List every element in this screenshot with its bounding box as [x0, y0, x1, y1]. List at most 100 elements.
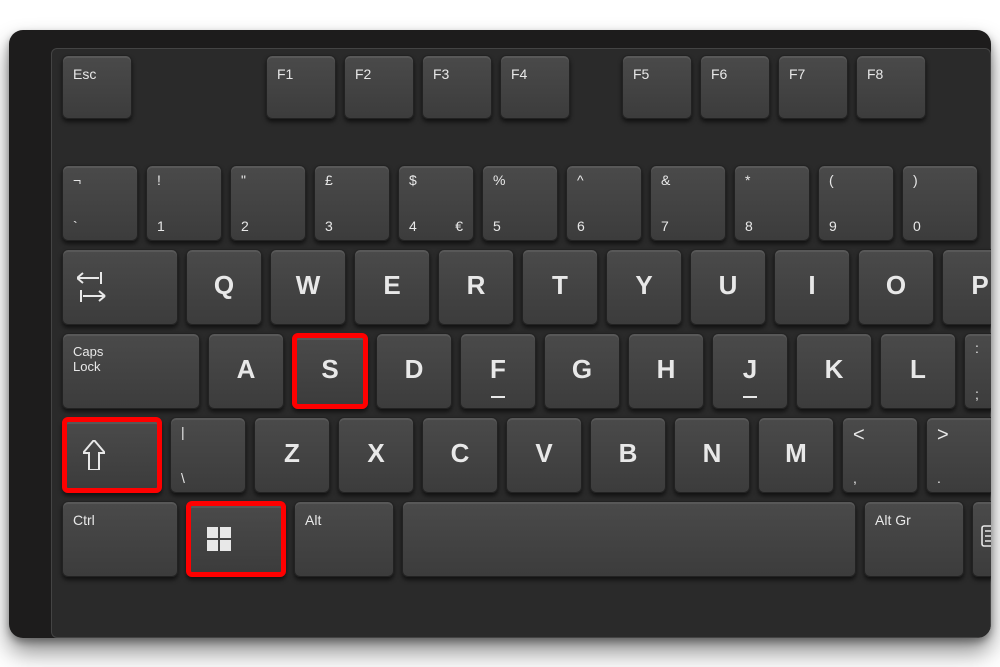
- key-menu[interactable]: [972, 501, 991, 577]
- key-backtick-top: ¬: [73, 172, 81, 188]
- key-l[interactable]: L: [880, 333, 956, 409]
- key-m[interactable]: M: [758, 417, 834, 493]
- key-3-top: £: [325, 172, 333, 188]
- key-9-bottom: 9: [829, 218, 837, 234]
- key-9[interactable]: (9: [818, 165, 894, 241]
- shift-arrow-icon: [83, 440, 105, 470]
- key-i[interactable]: I: [774, 249, 850, 325]
- key-f4[interactable]: F4: [500, 55, 570, 119]
- key-f7[interactable]: F7: [778, 55, 848, 119]
- key-b[interactable]: B: [590, 417, 666, 493]
- key-f7-label: F7: [789, 66, 805, 82]
- key-alt-left[interactable]: Alt: [294, 501, 394, 577]
- key-f2[interactable]: F2: [344, 55, 414, 119]
- key-2[interactable]: "2: [230, 165, 306, 241]
- key-f-bump: [491, 396, 505, 398]
- key-f1[interactable]: F1: [266, 55, 336, 119]
- key-4[interactable]: $4€: [398, 165, 474, 241]
- key-backslash-top: |: [181, 424, 185, 440]
- key-v-label: V: [535, 437, 552, 468]
- key-y[interactable]: Y: [606, 249, 682, 325]
- key-3-bottom: 3: [325, 218, 333, 234]
- key-w[interactable]: W: [270, 249, 346, 325]
- key-ctrl-left[interactable]: Ctrl: [62, 501, 178, 577]
- key-f4-label: F4: [511, 66, 527, 82]
- key-semicolon-top: :: [975, 340, 979, 356]
- key-z[interactable]: Z: [254, 417, 330, 493]
- key-u[interactable]: U: [690, 249, 766, 325]
- key-o-label: O: [886, 269, 906, 300]
- key-n[interactable]: N: [674, 417, 750, 493]
- key-i-label: I: [808, 269, 815, 300]
- key-t-label: T: [552, 269, 568, 300]
- key-f-label: F: [490, 353, 506, 384]
- key-period-bottom: .: [937, 470, 941, 486]
- keyboard-diagram: Esc F1 F2 F3 F4 F5 F6 F7 F8 ¬ ` !1 "2 £3…: [9, 30, 991, 638]
- key-s[interactable]: S: [292, 333, 368, 409]
- key-backtick[interactable]: ¬ `: [62, 165, 138, 241]
- key-0[interactable]: )0: [902, 165, 978, 241]
- key-6-bottom: 6: [577, 218, 585, 234]
- key-backslash[interactable]: |\: [170, 417, 246, 493]
- key-comma-bottom: ,: [853, 470, 857, 486]
- key-k[interactable]: K: [796, 333, 872, 409]
- key-d[interactable]: D: [376, 333, 452, 409]
- key-f5[interactable]: F5: [622, 55, 692, 119]
- key-semicolon[interactable]: :;: [964, 333, 991, 409]
- key-3[interactable]: £3: [314, 165, 390, 241]
- windows-icon: [207, 527, 231, 551]
- key-space[interactable]: [402, 501, 856, 577]
- key-l-label: L: [910, 353, 926, 384]
- key-s-label: S: [321, 353, 338, 384]
- key-4-euro: €: [455, 218, 463, 234]
- key-tab[interactable]: [62, 249, 178, 325]
- key-e[interactable]: E: [354, 249, 430, 325]
- key-8-top: *: [745, 172, 750, 188]
- key-comma[interactable]: <,: [842, 417, 918, 493]
- key-1-top: !: [157, 172, 161, 188]
- key-f[interactable]: F: [460, 333, 536, 409]
- key-t[interactable]: T: [522, 249, 598, 325]
- key-windows[interactable]: [186, 501, 286, 577]
- key-p[interactable]: P: [942, 249, 991, 325]
- key-1[interactable]: !1: [146, 165, 222, 241]
- key-g[interactable]: G: [544, 333, 620, 409]
- key-esc[interactable]: Esc: [62, 55, 132, 119]
- key-q[interactable]: Q: [186, 249, 262, 325]
- key-a[interactable]: A: [208, 333, 284, 409]
- key-8[interactable]: *8: [734, 165, 810, 241]
- key-r[interactable]: R: [438, 249, 514, 325]
- tab-icon: [77, 270, 107, 304]
- key-f6[interactable]: F6: [700, 55, 770, 119]
- key-b-label: B: [619, 437, 638, 468]
- key-c[interactable]: C: [422, 417, 498, 493]
- key-9-top: (: [829, 172, 834, 188]
- key-v[interactable]: V: [506, 417, 582, 493]
- key-6[interactable]: ^6: [566, 165, 642, 241]
- key-h-label: H: [657, 353, 676, 384]
- key-capslock[interactable]: Caps Lock: [62, 333, 200, 409]
- key-o[interactable]: O: [858, 249, 934, 325]
- key-h[interactable]: H: [628, 333, 704, 409]
- key-f5-label: F5: [633, 66, 649, 82]
- key-2-top: ": [241, 172, 246, 188]
- key-7[interactable]: &7: [650, 165, 726, 241]
- key-shift-left[interactable]: [62, 417, 162, 493]
- key-f8[interactable]: F8: [856, 55, 926, 119]
- key-5[interactable]: %5: [482, 165, 558, 241]
- key-j[interactable]: J: [712, 333, 788, 409]
- key-ctrl-label: Ctrl: [73, 512, 95, 528]
- key-capslock-label: Caps Lock: [73, 344, 103, 375]
- key-j-label: J: [743, 353, 757, 384]
- key-f3[interactable]: F3: [422, 55, 492, 119]
- key-f3-label: F3: [433, 66, 449, 82]
- menu-icon: [981, 525, 991, 553]
- key-4-top: $: [409, 172, 417, 188]
- key-a-label: A: [237, 353, 256, 384]
- key-f6-label: F6: [711, 66, 727, 82]
- key-period[interactable]: >.: [926, 417, 991, 493]
- key-backslash-bottom: \: [181, 470, 185, 486]
- key-f8-label: F8: [867, 66, 883, 82]
- key-altgr[interactable]: Alt Gr: [864, 501, 964, 577]
- key-x[interactable]: X: [338, 417, 414, 493]
